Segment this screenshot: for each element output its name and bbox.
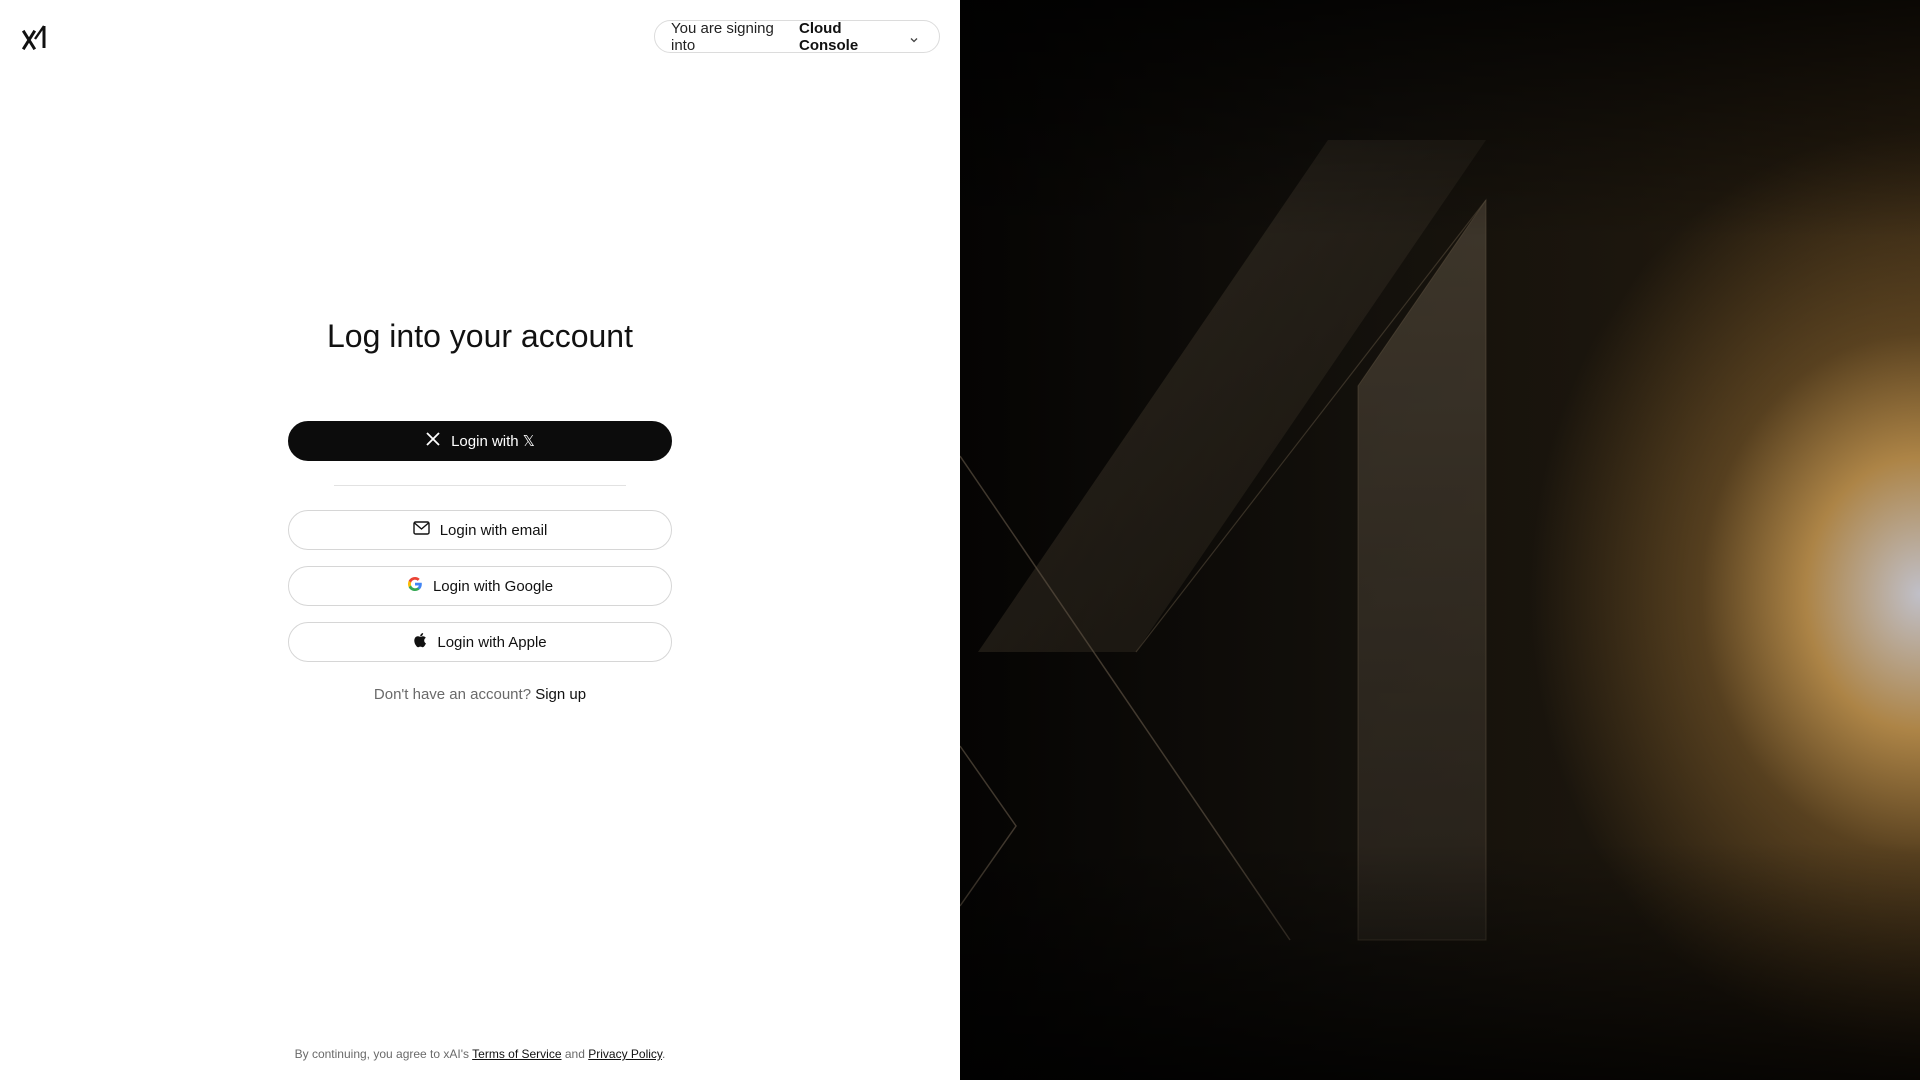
footer-suffix: . [662,1047,666,1061]
x-logo-icon [425,431,441,451]
xai-logo-icon[interactable] [21,24,46,51]
signup-prompt: Don't have an account? [373,686,532,703]
signing-target: Cloud Console [799,19,859,54]
mail-icon [413,521,430,539]
login-with-apple-button[interactable]: Login with Apple [288,622,672,662]
divider [334,485,626,486]
footer-prefix: By continuing, you agree to xAI's [294,1047,470,1061]
terms-of-service-link[interactable]: Terms of Service [472,1047,561,1061]
legal-footer: By continuing, you agree to xAI's Terms … [0,1047,960,1061]
page-title: Log into your account [327,318,633,354]
login-with-email-label: Login with email [439,521,548,539]
login-with-x-button[interactable]: Login with 𝕏 [288,421,672,461]
footer-and: and [564,1047,585,1061]
login-panel: You are signing into Cloud Console Log i… [0,0,960,1080]
vignette-overlay [960,0,1920,1080]
login-with-apple-label: Login with Apple [437,633,547,651]
signup-link[interactable]: Sign up [535,686,586,703]
chevron-down-icon [909,32,919,42]
signing-into-selector[interactable]: You are signing into Cloud Console [654,19,940,54]
signup-prompt-row: Don't have an account? Sign up [0,686,960,703]
google-icon [407,576,423,596]
signing-prefix: You are signing into [671,19,774,54]
apple-icon [413,632,427,652]
login-with-x-label: Login with 𝕏 [451,433,535,450]
brand-artwork-panel [960,0,1920,1080]
privacy-policy-link[interactable]: Privacy Policy [588,1047,662,1061]
login-with-google-button[interactable]: Login with Google [288,566,672,606]
login-with-google-label: Login with Google [432,577,554,595]
login-with-email-button[interactable]: Login with email [288,510,672,550]
